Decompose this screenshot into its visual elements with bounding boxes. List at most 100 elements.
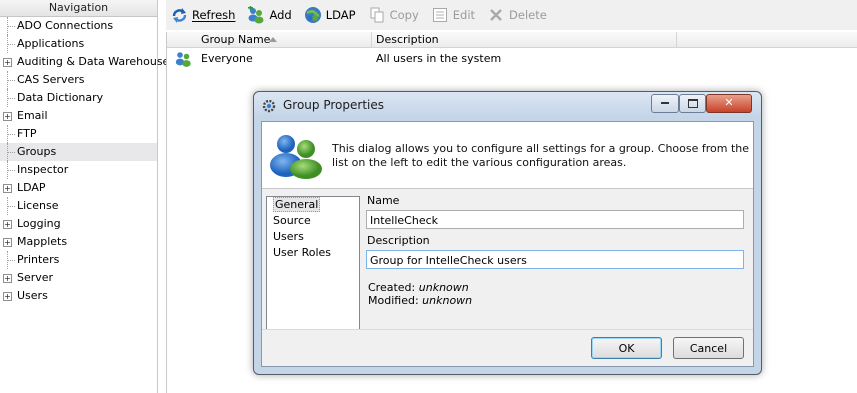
dialog-banner-text: This dialog allows you to configure all … xyxy=(332,142,750,169)
tree-line xyxy=(7,152,15,153)
expand-plus-icon[interactable]: + xyxy=(3,238,12,247)
maximize-button[interactable] xyxy=(679,94,706,113)
edit-label: Edit xyxy=(452,8,476,22)
tree-item-label: ADO Connections xyxy=(17,19,114,32)
tree-item-label: Groups xyxy=(17,145,57,158)
tree-item-label: Applications xyxy=(17,37,85,50)
dialog-footer: OK Cancel xyxy=(262,329,753,366)
dialog-title-bar[interactable]: Group Properties ✕ xyxy=(254,92,761,118)
copy-icon xyxy=(368,6,386,24)
expand-plus-icon[interactable]: + xyxy=(3,184,12,193)
description-cell: All users in the system xyxy=(376,52,502,65)
config-list-item[interactable]: Source xyxy=(267,213,359,229)
column-header-group-name[interactable]: Group Name xyxy=(197,32,372,47)
tree-item[interactable]: ADO Connections xyxy=(0,17,157,35)
tree-item[interactable]: + Users xyxy=(0,287,157,305)
tree-item-label: FTP xyxy=(17,127,37,140)
refresh-button[interactable]: Refresh xyxy=(166,4,239,26)
name-label: Name xyxy=(367,194,400,207)
tree-item[interactable]: Printers xyxy=(0,251,157,269)
minimize-button[interactable] xyxy=(651,94,679,113)
tree-item-label: Users xyxy=(17,289,48,302)
expand-plus-icon[interactable]: + xyxy=(3,112,12,121)
tree-item-label: Data Dictionary xyxy=(17,91,104,104)
tree-item[interactable]: Inspector xyxy=(0,161,157,179)
tree-item-label: Auditing & Data Warehouse xyxy=(17,55,170,68)
edit-icon xyxy=(431,6,449,24)
tree-item[interactable]: + Auditing & Data Warehouse xyxy=(0,53,169,71)
tree-item[interactable]: + Logging xyxy=(0,215,157,233)
table-row[interactable]: Everyone All users in the system xyxy=(167,50,857,68)
tree-item[interactable]: + Mapplets xyxy=(0,233,157,251)
expand-plus-icon[interactable]: + xyxy=(3,274,12,283)
created-value: unknown xyxy=(418,281,469,294)
tree-item[interactable]: FTP xyxy=(0,125,157,143)
navigation-pane: Navigation ADO Connections Applications + A… xyxy=(0,0,169,393)
edit-button[interactable]: Edit xyxy=(427,4,479,26)
modified-value: unknown xyxy=(422,294,473,307)
ldap-button[interactable]: LDAP xyxy=(300,4,360,26)
tree-item[interactable]: License xyxy=(0,197,157,215)
group-icon xyxy=(175,51,192,73)
delete-icon xyxy=(487,6,505,24)
expand-plus-icon[interactable]: + xyxy=(3,292,12,301)
dialog-body: This dialog allows you to configure all … xyxy=(261,121,754,367)
group-name-cell: Everyone xyxy=(201,52,253,65)
tree-item-label: Server xyxy=(17,271,54,284)
tree-item-label: Printers xyxy=(17,253,60,266)
tree-line xyxy=(7,80,15,81)
dialog-title: Group Properties xyxy=(283,98,384,112)
tree-item[interactable]: Groups xyxy=(0,143,157,161)
copy-label: Copy xyxy=(389,8,419,22)
add-label: Add xyxy=(269,8,292,22)
tree-item-label: Inspector xyxy=(17,163,69,176)
config-list-item[interactable]: Users xyxy=(267,229,359,245)
expand-plus-icon[interactable]: + xyxy=(3,58,12,67)
navigation-tree: ADO Connections Applications + Auditing & D… xyxy=(0,17,169,305)
close-button[interactable]: ✕ xyxy=(706,94,752,113)
tree-item[interactable]: + Server xyxy=(0,269,157,287)
close-icon: ✕ xyxy=(724,96,734,109)
expand-plus-icon[interactable]: + xyxy=(3,220,12,229)
ldap-label: LDAP xyxy=(325,8,356,22)
gear-group-icon xyxy=(262,99,276,113)
description-field[interactable]: Group for IntelleCheck users xyxy=(366,250,744,269)
toolbar: Refresh Add LDAP Copy Edit Delete xyxy=(166,0,857,30)
tree-item-label: Mapplets xyxy=(17,235,68,248)
tree-item[interactable]: Applications xyxy=(0,35,157,53)
tree-line xyxy=(7,206,15,207)
created-info: Created: unknown xyxy=(368,281,469,294)
config-area-list[interactable]: General Source Users User Roles xyxy=(266,196,360,330)
tree-line xyxy=(7,26,15,27)
ldap-globe-icon xyxy=(304,6,322,24)
config-list-item[interactable]: General xyxy=(267,197,359,213)
tree-line xyxy=(7,260,15,261)
tree-item-label: Email xyxy=(17,109,48,122)
column-header-description[interactable]: Description xyxy=(372,32,677,47)
grid-header: Group Name Description xyxy=(167,32,857,48)
ok-button[interactable]: OK xyxy=(591,337,662,359)
navigation-header: Navigation xyxy=(0,0,157,17)
refresh-label: Refresh xyxy=(192,8,236,22)
modified-info: Modified: unknown xyxy=(368,294,473,307)
tree-item-label: License xyxy=(17,199,59,212)
group-properties-dialog: Group Properties ✕ This dialog allows yo… xyxy=(253,91,762,375)
tree-item-label: CAS Servers xyxy=(17,73,85,86)
config-list-item[interactable]: User Roles xyxy=(267,245,359,261)
tree-item[interactable]: + LDAP xyxy=(0,179,157,197)
delete-button[interactable]: Delete xyxy=(483,4,551,26)
cancel-button[interactable]: Cancel xyxy=(673,337,744,359)
delete-label: Delete xyxy=(509,8,547,22)
maximize-icon xyxy=(687,98,698,108)
name-field[interactable]: IntelleCheck xyxy=(366,210,744,229)
copy-button[interactable]: Copy xyxy=(364,4,423,26)
dialog-banner: This dialog allows you to configure all … xyxy=(262,122,753,189)
tree-item[interactable]: Data Dictionary xyxy=(0,89,157,107)
tree-item[interactable]: + Email xyxy=(0,107,157,125)
add-group-icon xyxy=(247,6,265,24)
minimize-icon xyxy=(661,102,669,104)
add-button[interactable]: Add xyxy=(243,4,295,26)
tree-item[interactable]: CAS Servers xyxy=(0,71,157,89)
sort-ascending-icon xyxy=(269,37,277,42)
users-group-icon xyxy=(266,133,326,182)
